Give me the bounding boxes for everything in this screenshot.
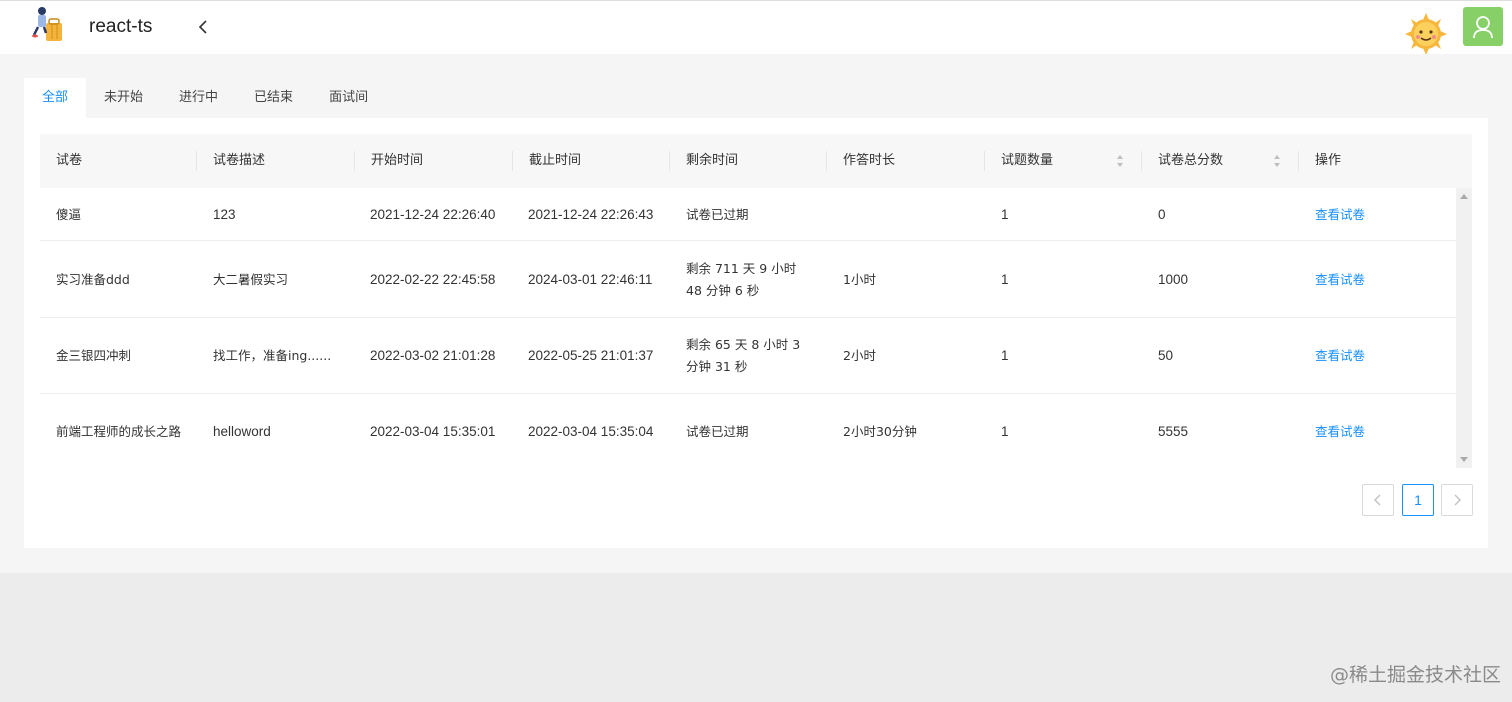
watermark: @稀土掘金技术社区 [1330, 664, 1502, 686]
cell-exam-name: 傻逼 [56, 206, 82, 222]
table-row: 傻逼 123 2021-12-24 22:26:40 2021-12-24 22… [40, 188, 1456, 241]
app-title: react-ts [89, 16, 153, 37]
view-exam-link[interactable]: 查看试卷 [1315, 345, 1365, 367]
table-row: 金三银四冲刺 找工作，准备ing...... 2022-03-02 21:01:… [40, 318, 1456, 394]
cell-question-count: 1 [1001, 271, 1009, 287]
cell-remaining: 试卷已过期 [686, 206, 749, 222]
view-exam-link[interactable]: 查看试卷 [1315, 269, 1365, 291]
tab-bar: 全部 未开始 进行中 已结束 面试间 [24, 78, 386, 118]
top-header: react-ts [0, 0, 1512, 55]
cell-total-score: 1000 [1158, 271, 1189, 287]
scroll-thumb[interactable] [1459, 204, 1469, 452]
cell-duration: 2小时30分钟 [843, 423, 917, 439]
chevron-right-icon [1454, 494, 1461, 506]
view-exam-link[interactable]: 查看试卷 [1315, 204, 1365, 226]
cell-remaining: 试卷已过期 [686, 423, 749, 439]
table-header: 试卷 试卷描述 开始时间 截止时间 剩余时间 作答时长 试题数量 试卷总分数 操… [40, 134, 1472, 188]
tab-not-started[interactable]: 未开始 [86, 78, 161, 118]
cell-remaining: 剩余 65 天 8 小时 3 分钟 31 秒 [686, 337, 801, 374]
cell-total-score: 50 [1158, 348, 1174, 363]
cell-exam-name: 前端工程师的成长之路 [56, 423, 182, 439]
scroll-up-icon[interactable] [1460, 194, 1468, 199]
chevron-left-icon [1374, 494, 1381, 506]
scroll-down-icon[interactable] [1460, 457, 1468, 462]
cell-end-time: 2021-12-24 22:26:43 [528, 206, 654, 222]
cell-end-time: 2022-05-25 21:01:37 [528, 348, 654, 363]
tab-interview-room[interactable]: 面试间 [311, 78, 386, 118]
cell-end-time: 2022-03-04 15:35:04 [528, 423, 654, 439]
cell-duration: 1小时 [843, 271, 876, 287]
table-row: 实习准备ddd 大二暑假实习 2022-02-22 22:45:58 2024-… [40, 241, 1456, 318]
sort-icon[interactable] [1273, 154, 1281, 168]
cell-description: 找工作，准备ing...... [213, 348, 332, 363]
cell-start-time: 2021-12-24 22:26:40 [370, 206, 496, 222]
cell-question-count: 1 [1001, 348, 1009, 363]
user-icon [1473, 15, 1493, 38]
cell-description: helloword [213, 423, 271, 439]
table-body: 傻逼 123 2021-12-24 22:26:40 2021-12-24 22… [40, 188, 1456, 468]
col-remaining: 剩余时间 [686, 153, 739, 168]
cell-exam-name: 金三银四冲刺 [56, 348, 132, 363]
table-row: 前端工程师的成长之路 helloword 2022-03-04 15:35:01… [40, 394, 1456, 468]
user-avatar-button[interactable] [1463, 7, 1503, 46]
cell-start-time: 2022-03-02 21:01:28 [370, 348, 496, 363]
pagination-prev-button[interactable] [1362, 484, 1394, 516]
table-scrollbar[interactable] [1456, 188, 1472, 468]
cell-duration [827, 188, 984, 241]
col-exam: 试卷 [56, 153, 83, 168]
cell-action: 查看试卷 [1299, 188, 1456, 241]
tab-ended[interactable]: 已结束 [236, 78, 311, 118]
col-duration: 作答时长 [843, 153, 896, 168]
col-description: 试卷描述 [213, 153, 266, 168]
cell-action: 查看试卷 [1299, 241, 1456, 318]
pagination-next-button[interactable] [1441, 484, 1473, 516]
tab-in-progress[interactable]: 进行中 [161, 78, 236, 118]
cell-action: 查看试卷 [1299, 394, 1456, 468]
cell-start-time: 2022-02-22 22:45:58 [370, 271, 496, 287]
cell-end-time: 2024-03-01 22:46:11 [528, 271, 653, 287]
cell-action: 查看试卷 [1299, 318, 1456, 394]
cell-question-count: 1 [1001, 423, 1009, 439]
cell-exam-name: 实习准备ddd [56, 271, 130, 287]
sort-icon[interactable] [1116, 154, 1124, 168]
cell-remaining: 剩余 711 天 9 小时 48 分钟 6 秒 [686, 260, 797, 298]
col-start-time: 开始时间 [371, 153, 424, 168]
cell-description: 大二暑假实习 [213, 271, 289, 287]
cell-question-count: 1 [1001, 206, 1009, 222]
sun-icon [1404, 13, 1448, 55]
tab-all[interactable]: 全部 [24, 78, 87, 118]
chevron-left-icon[interactable] [196, 15, 212, 39]
cell-total-score: 0 [1158, 206, 1166, 222]
cell-total-score: 5555 [1158, 423, 1189, 439]
cell-description: 123 [213, 206, 236, 222]
logo-icon [32, 5, 66, 43]
cell-start-time: 2022-03-04 15:35:01 [370, 423, 496, 439]
col-end-time: 截止时间 [529, 153, 582, 168]
exam-table: 试卷 试卷描述 开始时间 截止时间 剩余时间 作答时长 试题数量 试卷总分数 操… [40, 134, 1472, 468]
view-exam-link[interactable]: 查看试卷 [1315, 421, 1365, 443]
cell-duration: 2小时 [843, 348, 876, 363]
pagination-page-1[interactable]: 1 [1402, 484, 1434, 516]
col-actions: 操作 [1315, 153, 1342, 168]
